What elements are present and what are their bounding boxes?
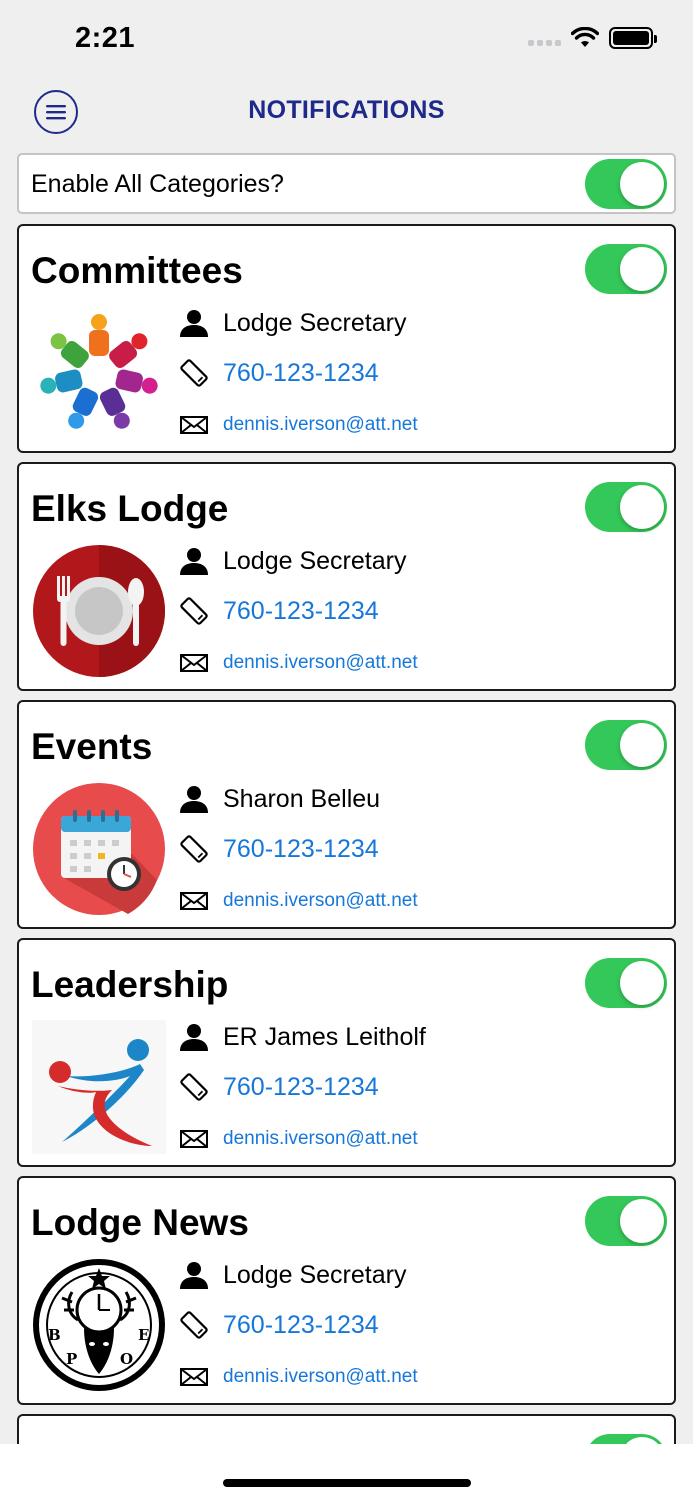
phone-link[interactable]: 760-123-1234 [223, 835, 379, 864]
email-row[interactable]: dennis.iverson@att.net [179, 886, 418, 916]
cellular-signal-icon [528, 40, 561, 46]
phone-row[interactable]: 760-123-1234 [179, 834, 379, 864]
leadership-figures-icon [31, 1018, 166, 1156]
phone-row[interactable]: 760-123-1234 [179, 358, 379, 388]
category-card: Events Sharon Belleu 760-123-1234 dennis… [17, 700, 676, 929]
contact-name: Sharon Belleu [223, 784, 381, 813]
category-toggle[interactable] [585, 958, 667, 1008]
wifi-icon [571, 27, 599, 47]
contact-row: ER James Leitholf [179, 1022, 426, 1052]
phone-link[interactable]: 760-123-1234 [223, 359, 379, 388]
page-title: NOTIFICATIONS [248, 96, 445, 124]
envelope-icon [179, 886, 209, 916]
category-toggle[interactable] [585, 1196, 667, 1246]
bpoe-elk-emblem-icon: B P O E [31, 1256, 166, 1394]
battery-icon [609, 27, 657, 49]
category-title: Committees [31, 250, 243, 291]
status-time: 2:21 [75, 22, 136, 54]
enable-all-label: Enable All Categories? [31, 170, 284, 198]
calendar-clock-icon [31, 780, 166, 918]
enable-all-toggle[interactable] [585, 159, 667, 209]
person-icon [179, 308, 209, 338]
phone-icon [179, 1310, 209, 1340]
email-row[interactable]: dennis.iverson@att.net [179, 1362, 418, 1392]
svg-text:O: O [120, 1350, 133, 1368]
category-title: Leadership [31, 964, 229, 1005]
person-icon [179, 784, 209, 814]
envelope-icon [179, 410, 209, 440]
category-title: Elks Lodge [31, 488, 229, 529]
category-card: Lodge News B P O E Lodge Secretary 760-1… [17, 1176, 676, 1405]
svg-text:P: P [66, 1350, 77, 1368]
contact-name: Lodge Secretary [223, 308, 407, 337]
category-list: Committees Lodge Secretary 760-123-1234 … [17, 224, 676, 1414]
phone-row[interactable]: 760-123-1234 [179, 1072, 379, 1102]
plate-fork-spoon-icon [31, 542, 166, 680]
email-row[interactable]: dennis.iverson@att.net [179, 1124, 418, 1154]
status-bar: 2:21 [0, 0, 693, 80]
envelope-icon [179, 1124, 209, 1154]
contact-row: Lodge Secretary [179, 1260, 406, 1290]
contact-name: Lodge Secretary [223, 546, 407, 575]
home-indicator-area [0, 1444, 693, 1500]
contact-row: Lodge Secretary [179, 546, 406, 576]
contact-row: Lodge Secretary [179, 308, 406, 338]
person-icon [179, 546, 209, 576]
category-title: Events [31, 726, 153, 767]
phone-icon [179, 1072, 209, 1102]
committee-people-circle-icon [31, 304, 166, 442]
nav-bar: NOTIFICATIONS [0, 84, 693, 140]
category-card: Committees Lodge Secretary 760-123-1234 … [17, 224, 676, 453]
email-link[interactable]: dennis.iverson@att.net [223, 1366, 418, 1388]
person-icon [179, 1022, 209, 1052]
status-icons [528, 27, 657, 49]
category-toggle[interactable] [585, 720, 667, 770]
phone-icon [179, 596, 209, 626]
envelope-icon [179, 1362, 209, 1392]
category-title: Lodge News [31, 1202, 249, 1243]
contact-name: ER James Leitholf [223, 1022, 426, 1051]
phone-link[interactable]: 760-123-1234 [223, 597, 379, 626]
category-card: Elks Lodge Lodge Secretary 760-123-1234 … [17, 462, 676, 691]
category-card: Leadership ER James Leitholf 760-123-123… [17, 938, 676, 1167]
category-toggle[interactable] [585, 482, 667, 532]
phone-link[interactable]: 760-123-1234 [223, 1073, 379, 1102]
contact-row: Sharon Belleu [179, 784, 380, 814]
email-link[interactable]: dennis.iverson@att.net [223, 652, 418, 674]
person-icon [179, 1260, 209, 1290]
svg-text:B: B [48, 1326, 61, 1344]
enable-all-row: Enable All Categories? [17, 153, 676, 214]
email-link[interactable]: dennis.iverson@att.net [223, 414, 418, 436]
email-row[interactable]: dennis.iverson@att.net [179, 410, 418, 440]
home-indicator[interactable] [223, 1479, 471, 1487]
email-link[interactable]: dennis.iverson@att.net [223, 1128, 418, 1150]
phone-icon [179, 358, 209, 388]
svg-text:E: E [138, 1326, 149, 1344]
phone-row[interactable]: 760-123-1234 [179, 1310, 379, 1340]
phone-link[interactable]: 760-123-1234 [223, 1311, 379, 1340]
category-toggle[interactable] [585, 244, 667, 294]
contact-name: Lodge Secretary [223, 1260, 407, 1289]
email-row[interactable]: dennis.iverson@att.net [179, 648, 418, 678]
phone-row[interactable]: 760-123-1234 [179, 596, 379, 626]
envelope-icon [179, 648, 209, 678]
email-link[interactable]: dennis.iverson@att.net [223, 890, 418, 912]
phone-icon [179, 834, 209, 864]
